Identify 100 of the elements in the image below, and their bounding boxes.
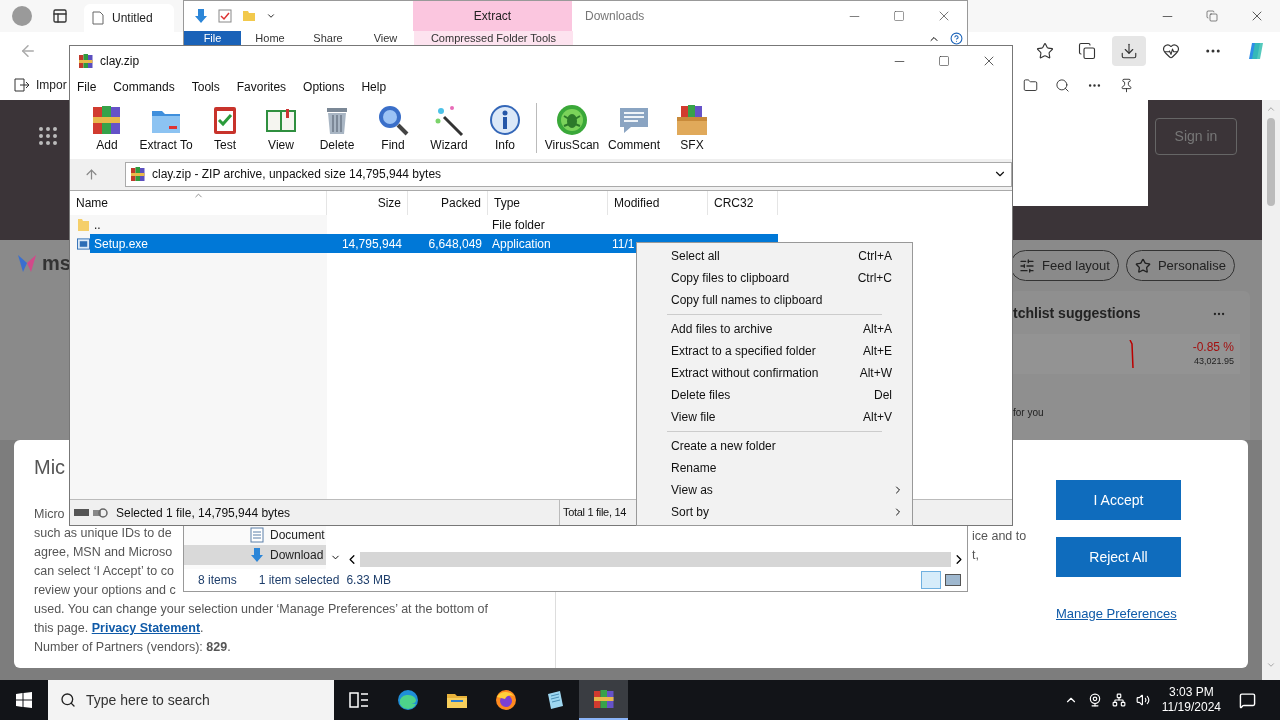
column-header[interactable]: CRC32: [708, 191, 778, 215]
manage-preferences-link[interactable]: Manage Preferences: [1056, 604, 1177, 624]
tiles-view-button[interactable]: [945, 574, 961, 586]
menu-item[interactable]: Extract to a specified folder Alt+E: [637, 340, 912, 362]
table-cell-text: 14,795,944: [341, 235, 402, 253]
download-arrow-icon[interactable]: [194, 8, 208, 24]
table-cell-text: File folder: [492, 216, 545, 234]
fox-globe-icon[interactable]: [493, 688, 518, 712]
menu-item[interactable]: Copy files to clipboard Ctrl+C: [637, 267, 912, 289]
maximize-icon[interactable]: [893, 10, 905, 22]
downloads-button[interactable]: [1112, 36, 1146, 66]
clock-time[interactable]: 3:03 PM: [1169, 685, 1214, 700]
horizontal-scrollbar[interactable]: [344, 552, 967, 567]
table-cell-text: 11/1: [612, 235, 635, 253]
favorites-icon[interactable]: [1036, 42, 1054, 60]
drive-icon: [74, 507, 108, 518]
network-icon[interactable]: [1111, 693, 1126, 707]
toolbar-button[interactable]: Add: [79, 103, 135, 153]
stock-row[interactable]: -0.85 % 43,021.95: [1013, 334, 1240, 374]
toolbar-button[interactable]: Comment: [604, 103, 664, 153]
menu-item[interactable]: Sort by: [637, 501, 912, 523]
menu-item[interactable]: File: [77, 77, 97, 96]
butterfly-logo-icon: [16, 252, 38, 274]
info-icon: [488, 103, 522, 137]
page-icon: [92, 11, 104, 25]
menu-item[interactable]: Favorites: [236, 77, 287, 96]
nav-item[interactable]: Download: [184, 545, 326, 565]
maximize-icon[interactable]: [938, 55, 950, 67]
restore-icon[interactable]: [1206, 10, 1218, 22]
price-change: -0.85 %: [1192, 340, 1234, 355]
menu-item[interactable]: View as: [637, 479, 912, 501]
windows-logo-icon[interactable]: [16, 692, 32, 708]
menu-item[interactable]: Delete files Del: [637, 384, 912, 406]
ribbon-tab[interactable]: Home: [241, 31, 299, 46]
folder-icon[interactable]: [1022, 77, 1038, 93]
consent-button[interactable]: Reject All: [1056, 537, 1181, 577]
clock-date[interactable]: 11/19/2024: [1161, 700, 1221, 715]
menu-item[interactable]: Commands: [113, 77, 175, 96]
search-icon[interactable]: [1054, 77, 1070, 93]
collections-icon[interactable]: [1078, 42, 1096, 60]
column-header[interactable]: Name: [70, 191, 327, 215]
search-field[interactable]: Type here to search: [48, 680, 334, 720]
toolbar-button[interactable]: Test: [197, 103, 253, 153]
toolbar-button[interactable]: VirusScan: [540, 103, 604, 153]
menu-item[interactable]: Create a new folder: [637, 435, 912, 457]
column-header[interactable]: Modified: [608, 191, 708, 215]
copilot-icon[interactable]: [1246, 41, 1266, 61]
menu-item[interactable]: Tools: [191, 77, 220, 96]
archive-icon[interactable]: [591, 687, 616, 711]
menu-item[interactable]: Extract without confirmation Alt+W: [637, 362, 912, 384]
price-value: 43,021.95: [1193, 355, 1234, 368]
taskbar-button[interactable]: [579, 680, 628, 720]
dropdown-icon[interactable]: [266, 11, 276, 21]
path-field[interactable]: clay.zip - ZIP archive, unpacked size 14,795,944 bytes: [125, 161, 1012, 187]
box-icon: [675, 103, 709, 137]
consent-button[interactable]: I Accept: [1056, 480, 1181, 520]
favorites-bar-item[interactable]: Impor: [36, 76, 67, 94]
profile-avatar[interactable]: [12, 6, 32, 26]
tab-actions-icon[interactable]: [52, 8, 68, 24]
column-header[interactable]: Packed: [408, 191, 488, 215]
toolbar-button[interactable]: Find: [365, 103, 421, 153]
bug-icon: [555, 103, 589, 137]
ribbon-tab[interactable]: View: [357, 31, 414, 46]
toolbar-button[interactable]: Extract To: [135, 103, 197, 153]
help-icon[interactable]: [950, 32, 963, 45]
ribbon-tab[interactable]: Share: [299, 31, 357, 46]
browser-icon[interactable]: [395, 688, 420, 712]
dialog-text: such as unique IDs to de: [34, 525, 172, 542]
browser-tab[interactable]: Untitled: [84, 4, 174, 32]
window-title: clay.zip: [100, 53, 140, 70]
column-header[interactable]: Type: [488, 191, 608, 215]
item-count: 8 items: [198, 572, 237, 589]
menu-item[interactable]: View file Alt+V: [637, 406, 912, 428]
speaker-icon[interactable]: [1135, 693, 1150, 707]
apps-grid-icon[interactable]: [36, 124, 60, 148]
nav-item[interactable]: Document: [184, 525, 326, 545]
menu-item[interactable]: Options: [303, 77, 345, 96]
toolbar-button[interactable]: Info: [477, 103, 533, 153]
camera-icon[interactable]: [1087, 693, 1102, 707]
up-folder-icon[interactable]: [84, 166, 99, 182]
scrollbar[interactable]: [1262, 100, 1280, 680]
notifications-icon[interactable]: [1239, 691, 1256, 709]
heart-pulse-icon[interactable]: [1162, 42, 1180, 60]
download-icon: [1120, 42, 1138, 60]
menu-item[interactable]: Rename: [637, 457, 912, 479]
checklist-icon[interactable]: [218, 9, 232, 23]
menu-item[interactable]: Select all Ctrl+A: [637, 245, 912, 267]
toolbar-button[interactable]: Wizard: [421, 103, 477, 153]
file-row[interactable]: .. File folder: [70, 215, 1012, 234]
menu-item[interactable]: Copy full names to clipboard: [637, 289, 912, 311]
column-header[interactable]: Size: [327, 191, 408, 215]
toolbar-button[interactable]: View: [253, 103, 309, 153]
toolbar-button[interactable]: Delete: [309, 103, 365, 153]
menu-item[interactable]: Help: [361, 77, 387, 96]
dialog-text: agree, MSN and Microso: [34, 544, 173, 561]
menu-item[interactable]: Add files to archive Alt+A: [637, 318, 912, 340]
toolbar-button[interactable]: SFX: [664, 103, 720, 153]
pin-icon[interactable]: [1118, 77, 1134, 93]
scroll-thumb[interactable]: [1267, 118, 1275, 206]
section-label: for you: [1013, 406, 1045, 420]
